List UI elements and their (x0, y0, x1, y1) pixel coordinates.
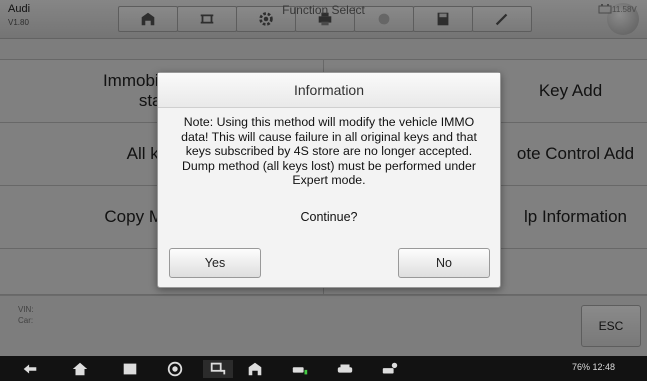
remote-desk-button[interactable] (203, 360, 233, 378)
dialog-message: Note: Using this method will modify the … (181, 115, 477, 187)
recent-apps-button[interactable] (118, 360, 142, 378)
android-home-button[interactable] (68, 360, 92, 378)
vehicle-button[interactable] (333, 360, 357, 378)
browser-button[interactable] (163, 360, 187, 378)
car-user-icon (382, 362, 398, 374)
vehicle-menu-button[interactable] (243, 360, 267, 378)
car-service-icon (292, 367, 308, 375)
back-button[interactable] (18, 360, 42, 378)
browser-icon (167, 361, 183, 377)
garage-icon (248, 362, 262, 376)
recent-apps-icon (123, 363, 137, 375)
remote-connect-icon (210, 362, 226, 375)
car-icon (337, 364, 353, 373)
service-button[interactable] (288, 360, 312, 378)
car-user-button[interactable] (378, 360, 402, 378)
house-icon (72, 362, 88, 376)
yes-button[interactable]: Yes (169, 248, 261, 278)
system-navigation-bar (0, 356, 647, 381)
back-icon (23, 364, 37, 374)
information-dialog: Information Note: Using this method will… (157, 72, 501, 288)
no-button[interactable]: No (398, 248, 490, 278)
system-status: 76% 12:48 (572, 362, 616, 372)
dialog-question: Continue? (300, 210, 358, 224)
dialog-title: Information (158, 73, 500, 108)
